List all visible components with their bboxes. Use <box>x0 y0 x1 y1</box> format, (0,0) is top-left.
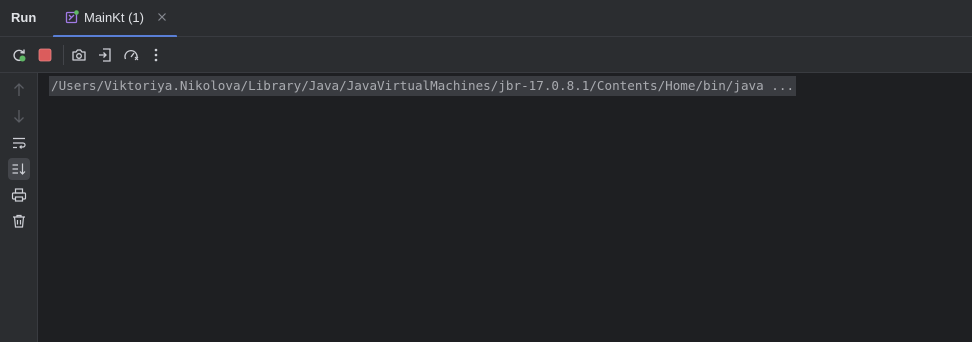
run-tool-window: Run MainKt (1) /Users/Viktoriya.Nikolova… <box>0 0 972 342</box>
stop-icon <box>37 47 53 63</box>
arrow-up-icon <box>11 82 27 98</box>
screenshot-icon <box>71 47 87 63</box>
arrow-down-icon <box>11 108 27 124</box>
toolbar-separator <box>63 45 64 65</box>
run-tool-window-title: Run <box>11 10 37 25</box>
run-header: Run MainKt (1) <box>0 0 972 38</box>
next-occurrence-button[interactable] <box>8 105 30 127</box>
stop-button[interactable] <box>35 45 55 65</box>
profiler-icon <box>123 47 139 63</box>
previous-occurrence-button[interactable] <box>8 79 30 101</box>
print-icon <box>11 187 27 203</box>
console-output[interactable]: /Users/Viktoriya.Nikolova/Library/Java/J… <box>38 73 972 342</box>
tab-mainkt[interactable]: MainKt (1) <box>53 0 177 38</box>
rerun-button[interactable] <box>9 45 29 65</box>
exit-icon <box>97 47 113 63</box>
scroll-to-end-button[interactable] <box>8 158 30 180</box>
tab-label: MainKt (1) <box>84 10 144 25</box>
command-line-output[interactable]: /Users/Viktoriya.Nikolova/Library/Java/J… <box>49 76 797 96</box>
more-icon <box>148 47 164 63</box>
trash-icon <box>11 213 27 229</box>
clear-all-button[interactable] <box>8 210 30 232</box>
close-icon[interactable] <box>157 12 167 22</box>
exit-button[interactable] <box>95 45 115 65</box>
more-button[interactable] <box>146 45 166 65</box>
scroll-to-end-icon <box>11 161 27 177</box>
soft-wrap-icon <box>11 135 27 151</box>
profiler-button[interactable] <box>121 45 141 65</box>
run-toolbar <box>0 37 972 73</box>
screenshot-button[interactable] <box>69 45 89 65</box>
print-button[interactable] <box>8 184 30 206</box>
kotlin-run-config-icon <box>65 10 79 24</box>
soft-wrap-button[interactable] <box>8 132 30 154</box>
console-side-toolbar <box>0 73 38 342</box>
rerun-icon <box>11 47 27 63</box>
